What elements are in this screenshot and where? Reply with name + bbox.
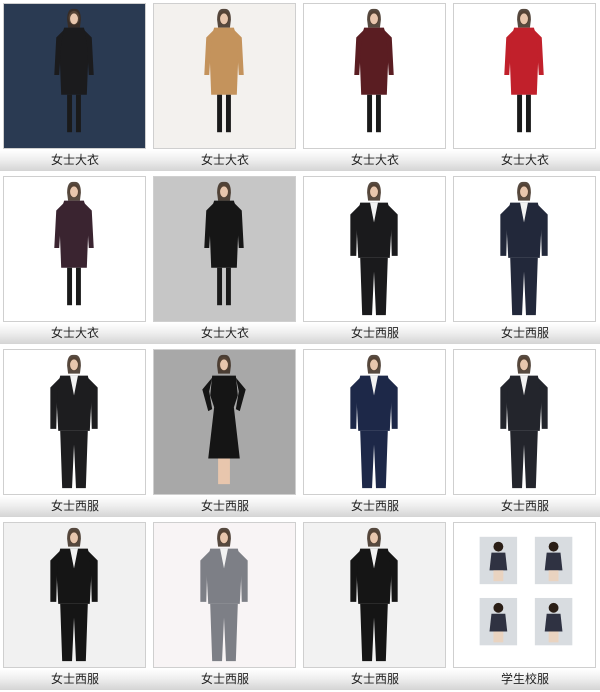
- product-photo: [454, 523, 595, 667]
- product-photo: [4, 4, 145, 148]
- product-image-frame[interactable]: [3, 176, 146, 322]
- product-tile[interactable]: 女士西服: [450, 173, 600, 346]
- product-caption: 女士大衣: [450, 150, 600, 171]
- product-photo: [154, 350, 295, 494]
- product-tile[interactable]: 女士大衣: [300, 0, 450, 173]
- product-caption: 女士西服: [0, 496, 150, 517]
- product-tile[interactable]: 女士西服: [300, 519, 450, 692]
- product-tile[interactable]: 女士西服: [150, 346, 300, 519]
- product-caption: 女士西服: [0, 669, 150, 690]
- product-image-frame[interactable]: [153, 349, 296, 495]
- product-caption: 女士大衣: [150, 323, 300, 344]
- product-photo: [4, 523, 145, 667]
- product-caption: 女士大衣: [0, 323, 150, 344]
- product-photo: [304, 523, 445, 667]
- product-tile[interactable]: 女士西服: [300, 173, 450, 346]
- product-tile[interactable]: 女士大衣: [0, 173, 150, 346]
- product-caption: 女士西服: [450, 496, 600, 517]
- product-grid: 女士大衣 女士大衣 女士大衣 女士大衣 女士大衣 女士大衣 女士西服 女士西服 女士西服 女士西服…: [0, 0, 600, 692]
- product-caption: 学生校服: [450, 669, 600, 690]
- product-caption: 女士西服: [300, 496, 450, 517]
- product-tile[interactable]: 女士西服: [0, 519, 150, 692]
- product-photo: [304, 177, 445, 321]
- product-caption: 女士西服: [150, 669, 300, 690]
- product-tile[interactable]: 女士西服: [450, 346, 600, 519]
- product-photo: [154, 177, 295, 321]
- product-image-frame[interactable]: [153, 176, 296, 322]
- product-image-frame[interactable]: [453, 349, 596, 495]
- product-caption: 女士西服: [300, 323, 450, 344]
- product-tile[interactable]: 女士大衣: [150, 0, 300, 173]
- product-caption: 女士大衣: [300, 150, 450, 171]
- product-photo: [154, 4, 295, 148]
- product-photo: [4, 177, 145, 321]
- product-image-frame[interactable]: [3, 3, 146, 149]
- product-photo: [454, 177, 595, 321]
- product-photo: [304, 350, 445, 494]
- product-caption: 女士西服: [450, 323, 600, 344]
- product-image-frame[interactable]: [453, 522, 596, 668]
- product-tile[interactable]: 学生校服: [450, 519, 600, 692]
- product-caption: 女士大衣: [150, 150, 300, 171]
- product-photo: [454, 4, 595, 148]
- product-photo: [454, 350, 595, 494]
- product-photo: [4, 350, 145, 494]
- product-tile[interactable]: 女士西服: [300, 346, 450, 519]
- product-photo: [154, 523, 295, 667]
- product-image-frame[interactable]: [453, 176, 596, 322]
- product-tile[interactable]: 女士西服: [0, 346, 150, 519]
- product-tile[interactable]: 女士大衣: [450, 0, 600, 173]
- product-image-frame[interactable]: [153, 522, 296, 668]
- product-photo: [304, 4, 445, 148]
- product-image-frame[interactable]: [303, 522, 446, 668]
- product-image-frame[interactable]: [3, 522, 146, 668]
- product-caption: 女士西服: [300, 669, 450, 690]
- product-image-frame[interactable]: [303, 176, 446, 322]
- product-image-frame[interactable]: [153, 3, 296, 149]
- product-image-frame[interactable]: [3, 349, 146, 495]
- product-tile[interactable]: 女士大衣: [150, 173, 300, 346]
- product-image-frame[interactable]: [303, 3, 446, 149]
- product-caption: 女士大衣: [0, 150, 150, 171]
- product-caption: 女士西服: [150, 496, 300, 517]
- product-image-frame[interactable]: [453, 3, 596, 149]
- product-tile[interactable]: 女士西服: [150, 519, 300, 692]
- product-image-frame[interactable]: [303, 349, 446, 495]
- product-tile[interactable]: 女士大衣: [0, 0, 150, 173]
